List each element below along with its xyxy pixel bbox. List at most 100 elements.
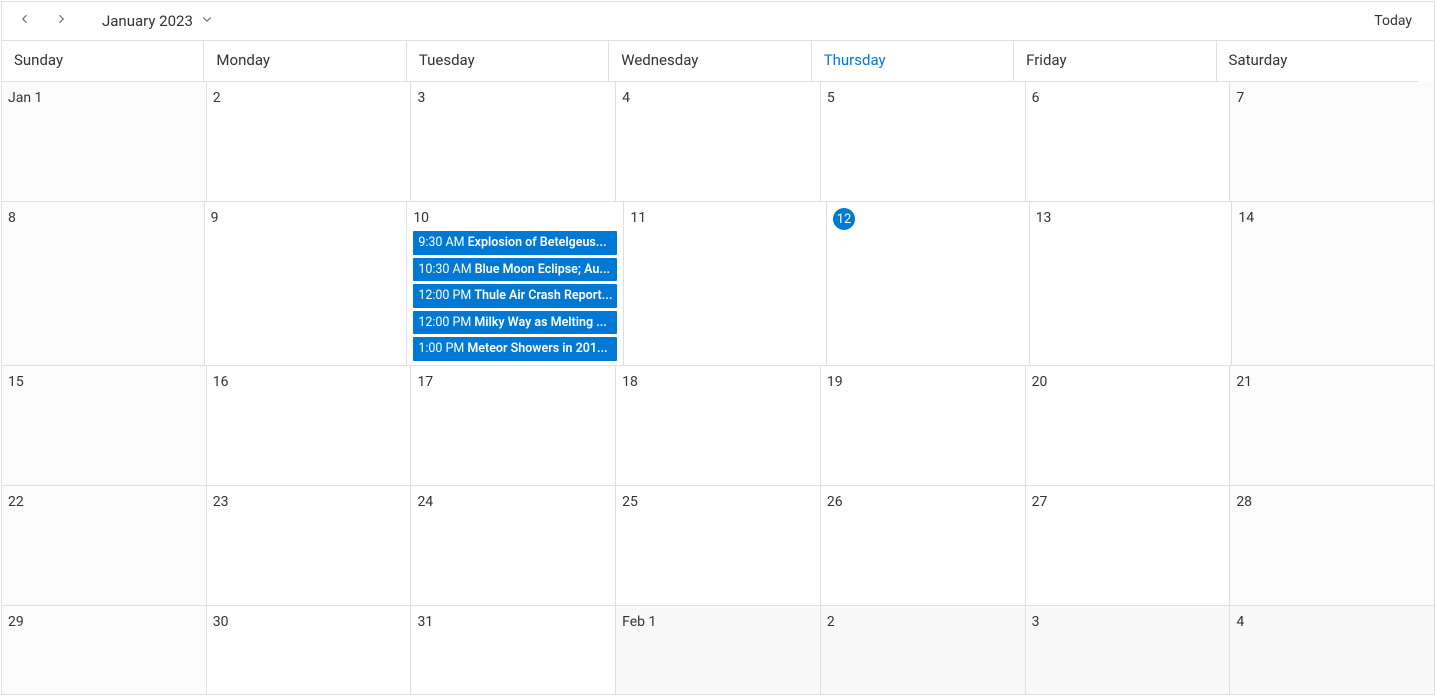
day-number: 25 — [622, 492, 638, 512]
chevron-right-icon — [55, 13, 67, 29]
day-number: 28 — [1236, 492, 1252, 512]
day-header-monday: Monday — [204, 41, 406, 81]
day-cell[interactable]: 30 — [207, 606, 412, 695]
day-number: 4 — [622, 88, 630, 108]
week-row: 22 23 24 25 26 27 28 — [2, 486, 1434, 606]
day-cell[interactable]: 29 — [2, 606, 207, 695]
day-cell[interactable]: 19 — [821, 366, 1026, 485]
day-number: 2 — [827, 612, 835, 632]
today-button[interactable]: Today — [1360, 7, 1426, 35]
day-number: 7 — [1236, 88, 1244, 108]
day-cell[interactable]: Jan 1 — [2, 82, 207, 201]
day-cell[interactable]: 27 — [1026, 486, 1231, 605]
day-cell[interactable]: 14 — [1232, 202, 1434, 365]
day-cell[interactable]: 3 — [1026, 606, 1231, 695]
next-month-button[interactable] — [46, 6, 76, 36]
day-cell[interactable]: 31 — [411, 606, 616, 695]
day-cell[interactable]: 21 — [1230, 366, 1434, 485]
day-header-wednesday: Wednesday — [609, 41, 811, 81]
week-row: Jan 1 2 3 4 5 6 7 — [2, 82, 1434, 202]
calendar-event[interactable]: 12:00 PMMilky Way as Melting ... — [413, 311, 617, 335]
day-number: 17 — [417, 372, 433, 392]
day-cell[interactable]: 26 — [821, 486, 1026, 605]
event-title: Meteor Showers in 201... — [467, 341, 607, 356]
chevron-left-icon — [19, 13, 31, 29]
event-title: Thule Air Crash Report... — [474, 288, 612, 303]
day-number: 21 — [1236, 372, 1252, 392]
calendar-event[interactable]: 10:30 AM Blue Moon Eclipse; Au... — [413, 258, 617, 282]
calendar-toolbar: January 2023 Today — [2, 1, 1434, 41]
day-header-thursday: Thursday — [812, 41, 1014, 81]
day-number: 5 — [827, 88, 835, 108]
day-cell[interactable]: 20 — [1026, 366, 1231, 485]
day-number: 23 — [213, 492, 229, 512]
day-cell[interactable]: 10 9:30 AMExplosion of Betelgeus... 10:30 … — [407, 202, 624, 365]
day-number: 2 — [213, 88, 221, 108]
calendar-container: January 2023 Today SundayMondayTuesdayWe… — [1, 1, 1435, 695]
day-cell[interactable]: 25 — [616, 486, 821, 605]
prev-month-button[interactable] — [10, 6, 40, 36]
day-cell[interactable]: 6 — [1026, 82, 1231, 201]
day-cell[interactable]: 2 — [821, 606, 1026, 695]
event-title: Milky Way as Melting ... — [474, 315, 607, 330]
day-cell[interactable]: 3 — [411, 82, 616, 201]
week-row: 29 3031 Feb 1 2 3 4 — [2, 606, 1434, 695]
month-label: January 2023 — [102, 12, 193, 30]
day-cell[interactable]: 28 — [1230, 486, 1434, 605]
day-cell[interactable]: 4 — [616, 82, 821, 201]
day-cell[interactable]: Feb 1 — [616, 606, 821, 695]
day-number: 15 — [8, 372, 24, 392]
day-header-row: SundayMondayTuesdayWednesdayThursdayFrid… — [2, 41, 1418, 82]
day-number: 3 — [1032, 612, 1040, 632]
event-time: 12:00 PM — [418, 288, 471, 303]
day-number: 22 — [8, 492, 24, 512]
day-cell[interactable]: 2 — [207, 82, 412, 201]
day-cell[interactable]: 5 — [821, 82, 1026, 201]
day-number: 9 — [211, 208, 219, 228]
day-cell[interactable]: 9 — [205, 202, 408, 365]
day-cell[interactable]: 22 — [2, 486, 207, 605]
day-cell[interactable]: 24 — [411, 486, 616, 605]
day-cell[interactable]: 4 — [1230, 606, 1434, 695]
day-cell[interactable]: 17 — [411, 366, 616, 485]
day-header-saturday: Saturday — [1217, 41, 1418, 81]
day-number: 8 — [8, 208, 16, 228]
event-time: 10:30 AM — [418, 262, 471, 277]
day-cell[interactable]: 18 — [616, 366, 821, 485]
calendar-event[interactable]: 9:30 AMExplosion of Betelgeus... — [413, 231, 617, 255]
day-cell[interactable]: 23 — [207, 486, 412, 605]
day-number: 6 — [1032, 88, 1040, 108]
day-cell[interactable]: 12 — [827, 202, 1030, 365]
day-number: 20 — [1032, 372, 1048, 392]
calendar-event[interactable]: 12:00 PMThule Air Crash Report... — [413, 284, 617, 308]
day-number: 24 — [417, 492, 433, 512]
event-title: Blue Moon Eclipse; Au... — [475, 262, 610, 277]
day-number: 18 — [622, 372, 638, 392]
day-number: 19 — [827, 372, 843, 392]
day-number: 27 — [1032, 492, 1048, 512]
day-cell[interactable]: 16 — [207, 366, 412, 485]
event-title: Explosion of Betelgeus... — [468, 235, 607, 250]
day-cell[interactable]: 11 — [624, 202, 827, 365]
day-header-tuesday: Tuesday — [407, 41, 609, 81]
day-number: 16 — [213, 372, 229, 392]
day-number: 31 — [417, 612, 433, 632]
month-selector[interactable]: January 2023 — [94, 8, 221, 34]
day-cell[interactable]: 7 — [1230, 82, 1434, 201]
day-cell[interactable]: 15 — [2, 366, 207, 485]
day-number: 26 — [827, 492, 843, 512]
day-number: Feb 1 — [622, 612, 656, 632]
day-cell[interactable]: 13 — [1030, 202, 1233, 365]
day-number-today: 12 — [833, 208, 855, 230]
calendar-event[interactable]: 1:00 PMMeteor Showers in 201... — [413, 337, 617, 361]
day-number: 4 — [1236, 612, 1244, 632]
week-row: 15 16 17 18 19 20 21 — [2, 366, 1434, 486]
day-number: 29 — [8, 612, 24, 632]
day-number: 10 — [413, 208, 429, 228]
calendar-grid[interactable]: Jan 123456789109:30 AMExplosion of Betel… — [2, 82, 1434, 694]
day-cell[interactable]: 8 — [2, 202, 205, 365]
day-number: 3 — [417, 88, 425, 108]
week-row: 8 9 10 9:30 AMExplosion of Betelgeus... 10:3… — [2, 202, 1434, 366]
event-time: 12:00 PM — [418, 315, 471, 330]
chevron-down-icon — [201, 13, 213, 29]
